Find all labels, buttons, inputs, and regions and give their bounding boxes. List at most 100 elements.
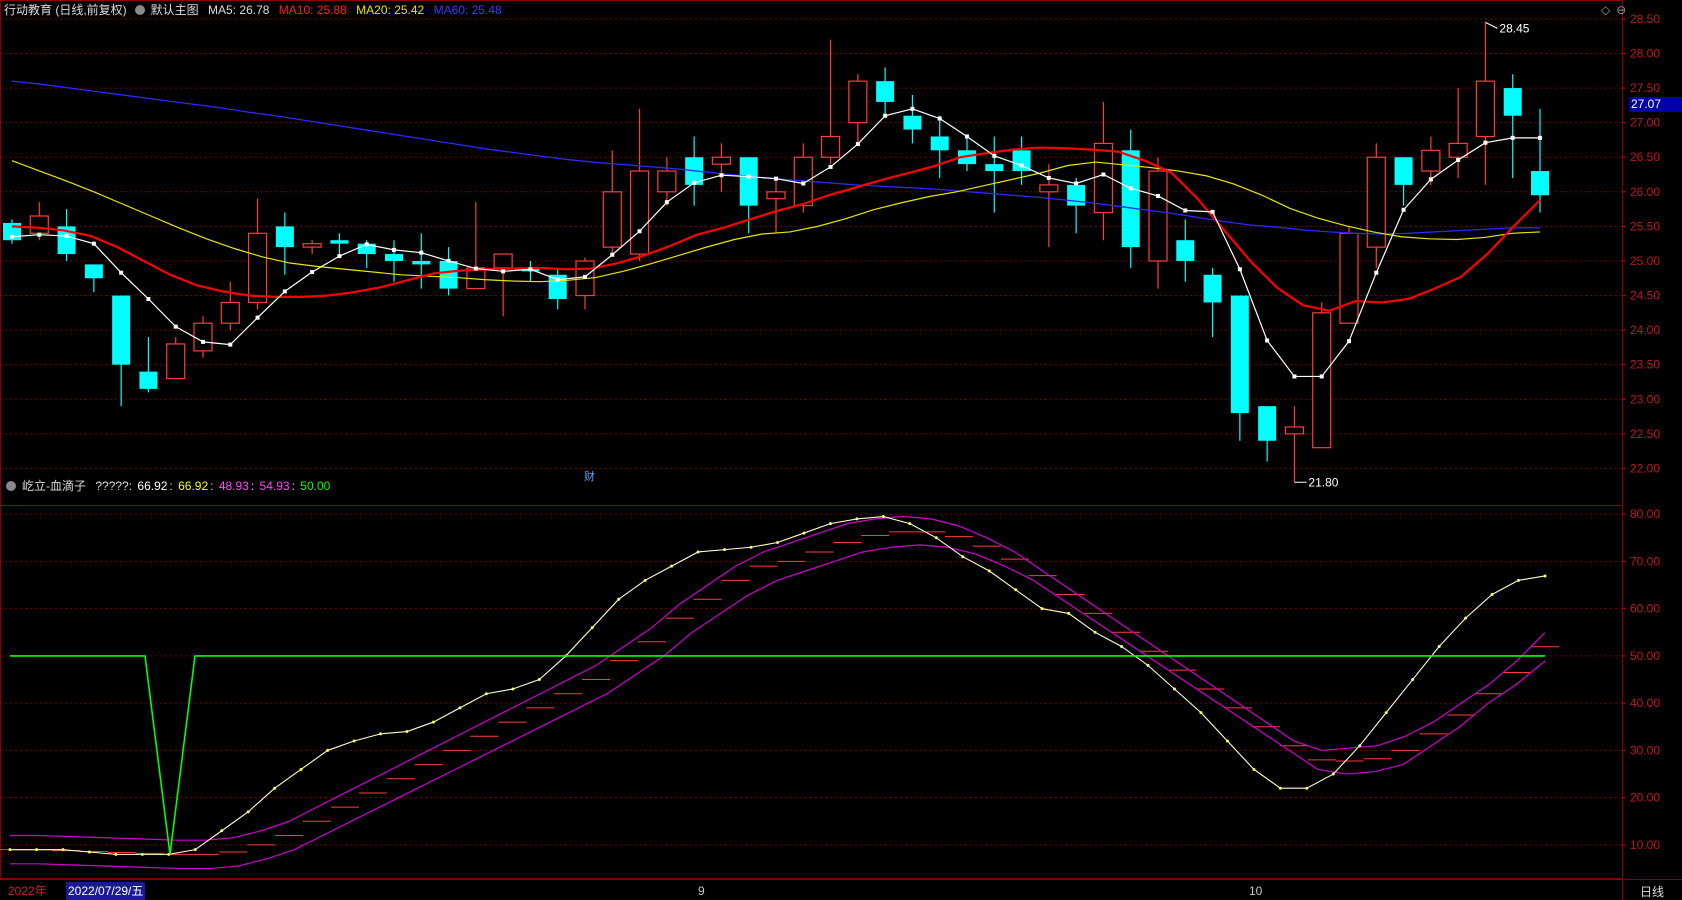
stock-title[interactable]: 行动教育 (日线,前复权) xyxy=(4,3,127,17)
candle-body xyxy=(930,136,949,151)
diamond-icon[interactable]: ◇ xyxy=(1601,3,1610,17)
max-marker-arrow xyxy=(1485,21,1498,29)
osc-dot xyxy=(590,626,594,630)
ma5-label: MA5: xyxy=(208,3,237,17)
osc-dot xyxy=(1517,578,1521,582)
ma5-dot xyxy=(228,342,233,347)
ma60-value: 25.48 xyxy=(471,3,502,17)
ma5-dot xyxy=(855,142,860,147)
main-y-tick-label: 22.50 xyxy=(1630,427,1660,441)
osc-dot xyxy=(1278,786,1282,790)
indicator-gear-icon[interactable] xyxy=(6,481,16,491)
ma10-value: 25.88 xyxy=(316,3,347,17)
ma5-dot xyxy=(528,267,533,272)
main-y-tick-label: 27.00 xyxy=(1630,116,1660,130)
ma5-dot xyxy=(1319,374,1324,379)
indicator-v5: 50.00 xyxy=(300,479,331,493)
period-button[interactable]: 日线 xyxy=(1640,883,1664,900)
ma5-dot xyxy=(746,174,751,179)
x-label-sep: 9 xyxy=(698,884,705,898)
signal-line xyxy=(10,655,1545,855)
osc-dot xyxy=(1305,786,1309,790)
osc-dot xyxy=(511,687,515,691)
osc-dot xyxy=(193,848,197,852)
ma5-dot xyxy=(446,258,451,263)
template-name[interactable]: 默认主图 xyxy=(151,3,199,17)
osc-dot xyxy=(934,536,938,540)
osc-dot xyxy=(1199,711,1203,715)
min-price-label: 21.80 xyxy=(1308,475,1338,489)
osc-dot xyxy=(220,829,224,833)
main-y-tick-label: 23.50 xyxy=(1630,358,1660,372)
ma60-label: MA60: xyxy=(433,3,469,17)
ma5-dot xyxy=(664,200,669,205)
candle-body xyxy=(275,226,294,248)
osc-dot xyxy=(776,541,779,545)
cai-marker[interactable]: 财 xyxy=(584,470,596,484)
collapse-icon[interactable]: ⊖ xyxy=(1616,3,1626,17)
main-y-tick-label: 26.00 xyxy=(1630,185,1660,199)
osc-dot xyxy=(1093,630,1097,634)
ma5-dot xyxy=(419,250,424,255)
candle-body xyxy=(1148,170,1168,262)
candle-body xyxy=(1258,406,1277,441)
ma5-dot xyxy=(828,164,833,169)
ma5-dot xyxy=(364,242,369,247)
candle-body xyxy=(385,254,403,261)
x-label-oct: 10 xyxy=(1249,884,1263,898)
ma5-dot xyxy=(1510,135,1515,140)
candle-body xyxy=(112,295,131,365)
main-panel-frame xyxy=(0,0,1623,506)
osc-dot xyxy=(1067,611,1071,615)
main-y-tick-label: 25.00 xyxy=(1630,254,1660,268)
osc-dot xyxy=(1437,644,1441,648)
indicator-v3: 48.93 xyxy=(218,479,249,493)
ma5-dot xyxy=(1183,208,1188,213)
candle-body xyxy=(1339,232,1359,324)
candle-body xyxy=(193,322,213,352)
ma5-dot xyxy=(937,116,942,121)
osc-dot xyxy=(643,578,647,582)
candle-body xyxy=(412,260,431,265)
ma5-dot xyxy=(91,241,96,246)
ma5-dot xyxy=(1347,339,1351,344)
candle-body xyxy=(1421,149,1441,172)
main-y-tick-label: 24.50 xyxy=(1630,289,1660,303)
x-label-date: 2022/07/29/五 xyxy=(66,882,146,900)
osc-dot xyxy=(1172,687,1176,691)
osc-dot xyxy=(246,810,250,814)
candle-body xyxy=(657,170,677,193)
current-price-tag: 27.07 xyxy=(1629,97,1682,112)
candle-body xyxy=(629,170,650,255)
ma5-dot xyxy=(692,180,697,185)
osc-dot xyxy=(1331,772,1335,776)
candle-body xyxy=(139,371,158,389)
osc-dot xyxy=(1543,574,1547,578)
ma5-dot xyxy=(719,173,724,178)
osc-dot xyxy=(34,848,38,852)
ma5-dot xyxy=(282,289,287,294)
ma5-dot xyxy=(637,229,642,234)
indicator-upper-line xyxy=(10,515,1546,841)
ma5-dot xyxy=(1483,140,1488,145)
settings-gear-icon[interactable] xyxy=(134,5,145,15)
candle-body xyxy=(903,115,922,130)
candle-body xyxy=(1531,171,1549,196)
ma5-dot xyxy=(1401,207,1406,212)
osc-dot xyxy=(61,848,65,852)
candle-body xyxy=(985,164,1004,172)
osc-dot xyxy=(1146,663,1150,667)
indicator-name[interactable]: 屹立-血滴子 xyxy=(22,479,86,493)
osc-dot xyxy=(1120,644,1124,648)
ma5-dot xyxy=(555,277,560,282)
ma5-dot xyxy=(1428,177,1433,182)
ma5-dot xyxy=(201,339,205,344)
osc-dot xyxy=(1225,739,1229,743)
candle-body xyxy=(711,156,732,165)
ma5-dot xyxy=(910,106,915,111)
candle-body xyxy=(1503,88,1522,116)
osc-dot xyxy=(1358,744,1362,748)
indicator-lower-line xyxy=(10,544,1546,870)
indicator-v4: 54.93 xyxy=(259,479,290,493)
x-label-year: 2022年 xyxy=(8,884,47,898)
